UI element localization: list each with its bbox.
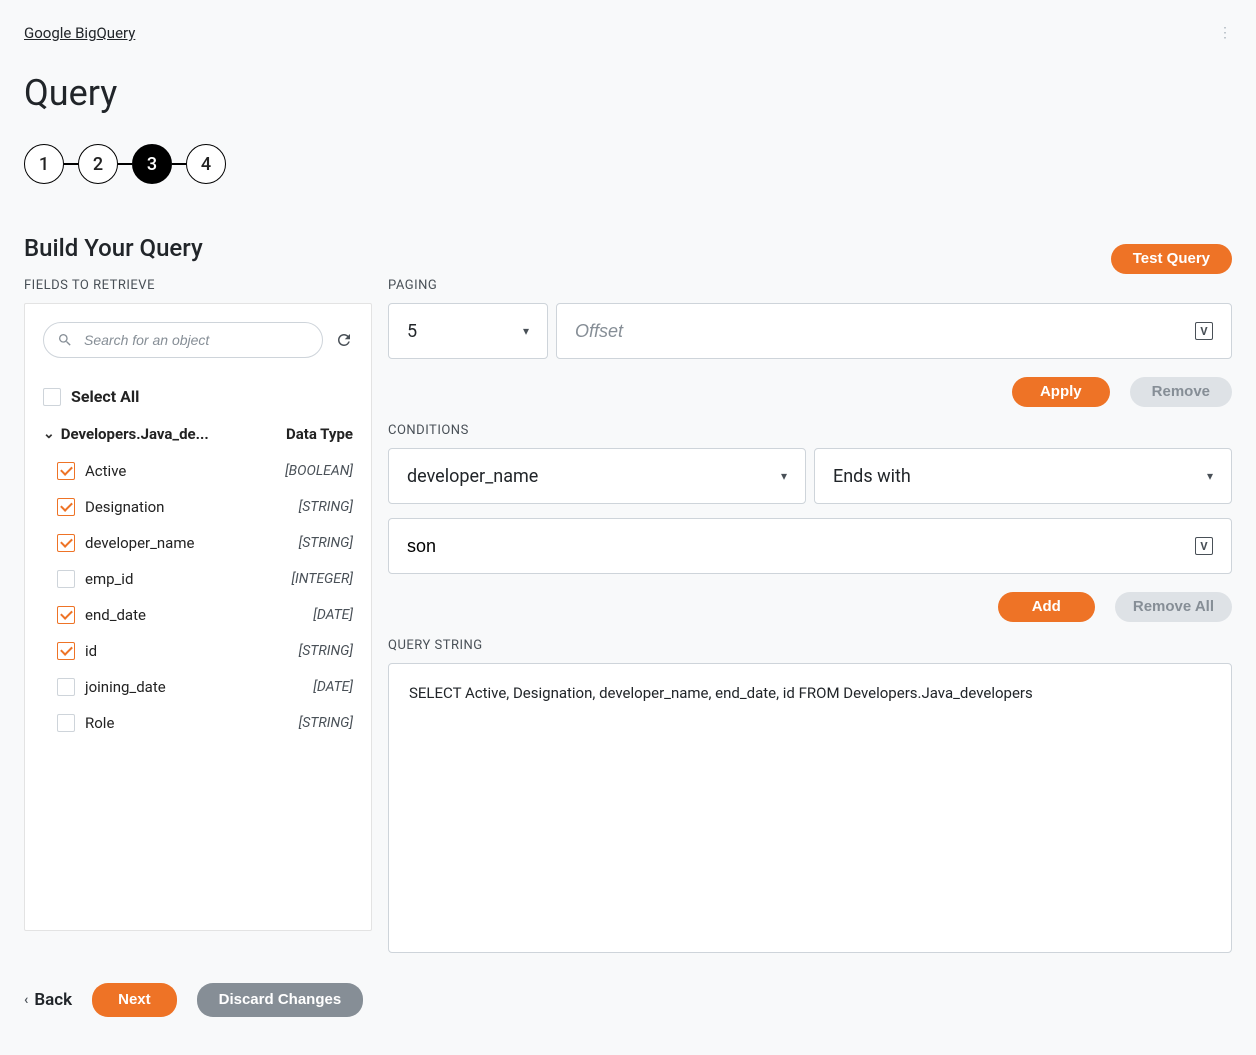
step-3[interactable]: 3	[132, 144, 172, 184]
field-name: emp_id	[85, 570, 133, 588]
field-name: Active	[85, 462, 126, 480]
field-row: end_date [DATE]	[43, 597, 353, 633]
offset-input-wrap: V	[556, 303, 1232, 359]
chevron-down-icon: ▾	[1207, 469, 1213, 483]
field-checkbox[interactable]	[57, 462, 75, 480]
remove-button[interactable]: Remove	[1130, 377, 1232, 407]
breadcrumb-link[interactable]: Google BigQuery	[24, 24, 135, 42]
field-checkbox[interactable]	[57, 606, 75, 624]
step-2[interactable]: 2	[78, 144, 118, 184]
data-type-header: Data Type	[286, 425, 353, 443]
test-query-button[interactable]: Test Query	[1111, 244, 1232, 274]
field-type: [DATE]	[313, 607, 353, 623]
variable-icon[interactable]: V	[1195, 537, 1213, 555]
page-title: Query	[24, 72, 1232, 114]
field-checkbox[interactable]	[57, 498, 75, 516]
remove-all-button[interactable]: Remove All	[1115, 592, 1232, 622]
variable-icon[interactable]: V	[1195, 322, 1213, 340]
condition-value-input[interactable]	[407, 519, 1195, 573]
field-checkbox[interactable]	[57, 642, 75, 660]
field-name: developer_name	[85, 534, 194, 552]
field-checkbox[interactable]	[57, 570, 75, 588]
field-checkbox[interactable]	[57, 678, 75, 696]
field-checkbox[interactable]	[57, 714, 75, 732]
conditions-label: CONDITIONS	[388, 423, 1232, 438]
stepper: 1234	[24, 144, 1232, 184]
field-row: emp_id [INTEGER]	[43, 561, 353, 597]
field-name: Designation	[85, 498, 164, 516]
add-button[interactable]: Add	[998, 592, 1095, 622]
field-name: end_date	[85, 606, 146, 624]
select-all-checkbox[interactable]	[43, 388, 61, 406]
query-string-box[interactable]: SELECT Active, Designation, developer_na…	[388, 663, 1232, 953]
field-type: [STRING]	[299, 643, 353, 659]
field-row: Role [STRING]	[43, 705, 353, 741]
condition-field-select[interactable]: developer_name ▾	[388, 448, 806, 504]
search-icon	[57, 332, 73, 348]
search-input[interactable]	[43, 322, 323, 358]
field-row: Designation [STRING]	[43, 489, 353, 525]
condition-field-value: developer_name	[407, 466, 538, 487]
field-name: Role	[85, 714, 114, 732]
field-type: [DATE]	[313, 679, 353, 695]
menu-icon[interactable]: ⋮	[1218, 25, 1232, 41]
chevron-left-icon: ‹	[24, 992, 28, 1008]
field-type: [BOOLEAN]	[285, 463, 353, 479]
step-4[interactable]: 4	[186, 144, 226, 184]
field-type: [STRING]	[299, 499, 353, 515]
next-button[interactable]: Next	[92, 983, 177, 1017]
field-type: [INTEGER]	[291, 571, 353, 587]
apply-button[interactable]: Apply	[1012, 377, 1110, 407]
field-type: [STRING]	[299, 715, 353, 731]
table-name: Developers.Java_de...	[61, 425, 209, 443]
collapse-icon[interactable]: ⌄	[43, 426, 55, 442]
paging-limit-value: 5	[407, 321, 417, 342]
condition-operator-select[interactable]: Ends with ▾	[814, 448, 1232, 504]
field-row: id [STRING]	[43, 633, 353, 669]
condition-value-wrap: V	[388, 518, 1232, 574]
chevron-down-icon: ▾	[523, 324, 529, 338]
field-type: [STRING]	[299, 535, 353, 551]
offset-input[interactable]	[575, 304, 1195, 358]
field-checkbox[interactable]	[57, 534, 75, 552]
fields-label: FIELDS TO RETRIEVE	[24, 278, 372, 293]
paging-label: PAGING	[388, 278, 1232, 293]
field-row: Active [BOOLEAN]	[43, 453, 353, 489]
fields-panel: Select All ⌄ Developers.Java_de... Data …	[24, 303, 372, 931]
section-title: Build Your Query	[24, 234, 1232, 262]
select-all-label: Select All	[71, 387, 139, 406]
refresh-icon[interactable]	[335, 331, 353, 349]
back-button[interactable]: ‹ Back	[24, 990, 72, 1010]
chevron-down-icon: ▾	[781, 469, 787, 483]
paging-limit-select[interactable]: 5 ▾	[388, 303, 548, 359]
condition-operator-value: Ends with	[833, 466, 911, 487]
step-1[interactable]: 1	[24, 144, 64, 184]
back-label: Back	[34, 990, 72, 1010]
field-row: developer_name [STRING]	[43, 525, 353, 561]
field-name: id	[85, 642, 97, 660]
discard-button[interactable]: Discard Changes	[197, 983, 364, 1017]
query-string-label: QUERY STRING	[388, 638, 1232, 653]
field-name: joining_date	[85, 678, 166, 696]
field-row: joining_date [DATE]	[43, 669, 353, 705]
